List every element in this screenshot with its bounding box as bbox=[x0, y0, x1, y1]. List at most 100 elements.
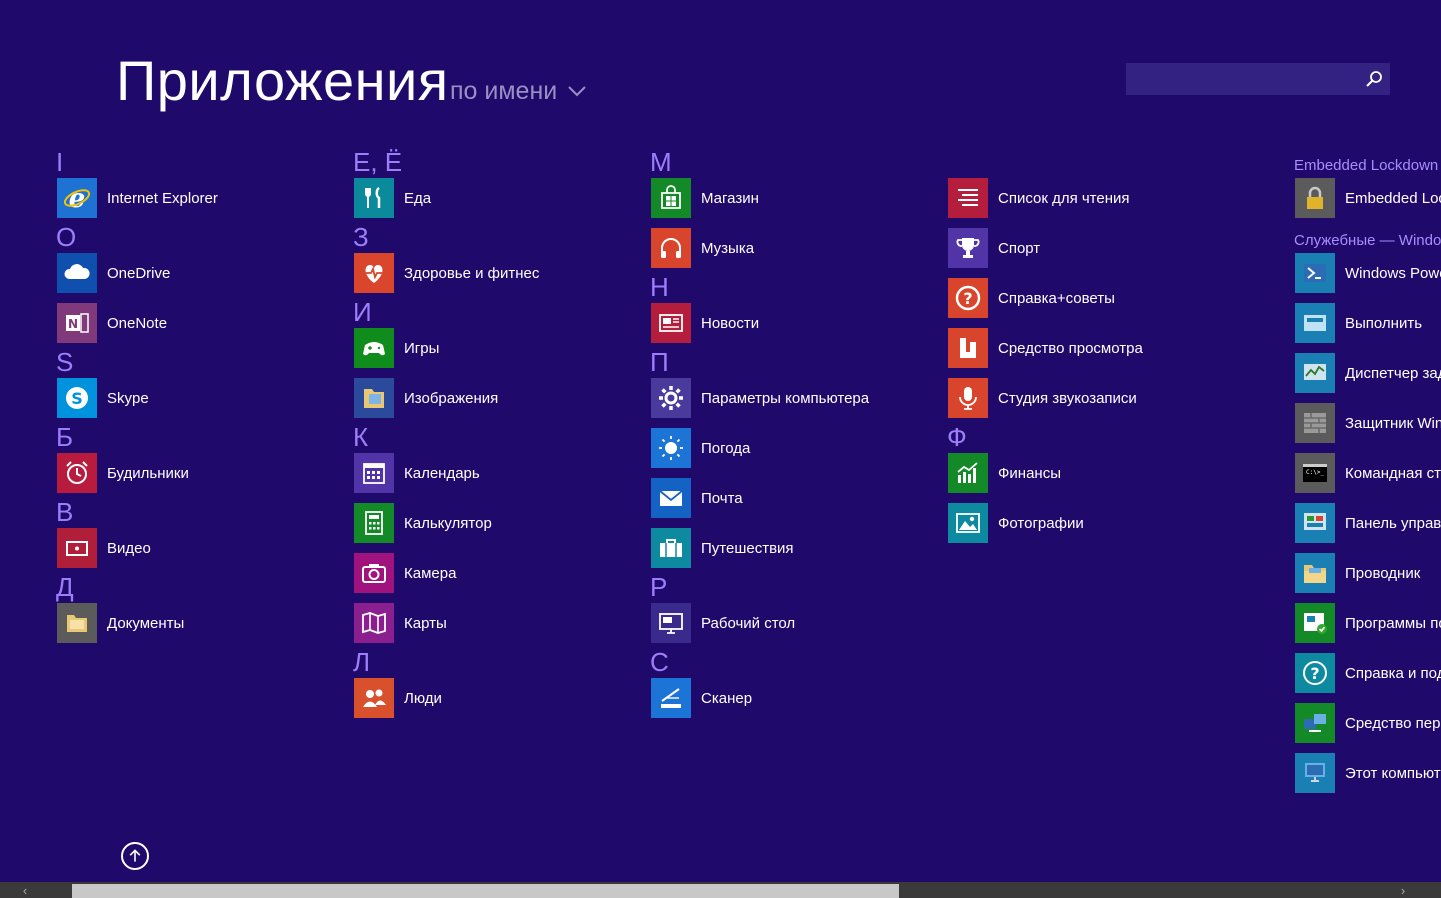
app-tile[interactable]: Игры bbox=[354, 328, 439, 368]
reader-icon bbox=[948, 328, 988, 368]
app-label: Музыка bbox=[701, 239, 755, 257]
app-label: Видео bbox=[107, 539, 151, 557]
section-letter[interactable]: Б bbox=[56, 422, 73, 452]
search-input[interactable] bbox=[1126, 63, 1356, 95]
app-tile[interactable]: Калькулятор bbox=[354, 503, 492, 543]
app-label: Диспетчер зад bbox=[1345, 364, 1441, 382]
app-label: Справка и под bbox=[1345, 664, 1441, 682]
app-label: Skype bbox=[107, 389, 149, 407]
section-letter[interactable]: Л bbox=[353, 647, 370, 677]
scroll-left-icon[interactable]: ‹ bbox=[18, 884, 32, 898]
people-icon bbox=[354, 678, 394, 718]
section-letter[interactable]: П bbox=[650, 347, 669, 377]
section-letter[interactable]: З bbox=[353, 222, 369, 252]
app-tile[interactable]: Люди bbox=[354, 678, 442, 718]
app-tile[interactable]: Программы по bbox=[1295, 603, 1441, 643]
section-letter[interactable]: S bbox=[56, 347, 73, 377]
app-label: Embedded Loc bbox=[1345, 189, 1441, 207]
app-tile[interactable]: C:\>_ Командная стр bbox=[1295, 453, 1441, 493]
app-tile[interactable]: Изображения bbox=[354, 378, 498, 418]
section-letter[interactable]: Р bbox=[650, 572, 667, 602]
app-tile[interactable]: Еда bbox=[354, 178, 431, 218]
store-icon bbox=[651, 178, 691, 218]
sort-dropdown[interactable]: по имени bbox=[450, 74, 587, 108]
app-label: Выполнить bbox=[1345, 314, 1423, 332]
app-tile[interactable]: Средство пере bbox=[1295, 703, 1441, 743]
app-label: Погода bbox=[701, 439, 751, 457]
finance-chart-icon bbox=[948, 453, 988, 493]
app-tile[interactable]: Новости bbox=[651, 303, 759, 343]
app-label: Средство просмотра bbox=[998, 339, 1143, 357]
app-tile[interactable]: e Internet Explorer bbox=[57, 178, 218, 218]
section-letter[interactable]: I bbox=[56, 147, 63, 177]
app-label: Windows Powe bbox=[1345, 264, 1441, 282]
app-tile[interactable]: Embedded Loc bbox=[1295, 178, 1441, 218]
video-icon bbox=[57, 528, 97, 568]
app-label: Будильники bbox=[107, 464, 189, 482]
app-tile[interactable]: Камера bbox=[354, 553, 456, 593]
app-tile[interactable]: Параметры компьютера bbox=[651, 378, 869, 418]
mail-icon bbox=[651, 478, 691, 518]
app-tile[interactable]: ? Справка+советы bbox=[948, 278, 1115, 318]
section-letter[interactable]: И bbox=[353, 297, 372, 327]
section-letter[interactable]: Е, Ё bbox=[353, 147, 402, 177]
section-letter[interactable]: Ф bbox=[947, 422, 967, 452]
app-tile[interactable]: Панель управл bbox=[1295, 503, 1441, 543]
app-tile[interactable]: Windows Powe bbox=[1295, 253, 1441, 293]
app-tile[interactable]: Выполнить bbox=[1295, 303, 1422, 343]
scroll-right-icon[interactable]: › bbox=[1396, 884, 1410, 898]
app-label: Магазин bbox=[701, 189, 759, 207]
section-letter[interactable]: В bbox=[56, 497, 73, 527]
powershell-icon bbox=[1295, 253, 1335, 293]
app-tile[interactable]: Защитник Win bbox=[1295, 403, 1441, 443]
app-tile[interactable]: Магазин bbox=[651, 178, 759, 218]
app-tile[interactable]: Этот компьюте bbox=[1295, 753, 1441, 793]
section-letter[interactable]: М bbox=[650, 147, 672, 177]
group-header[interactable]: Embedded Lockdown bbox=[1294, 156, 1438, 176]
section-letter[interactable]: Д bbox=[56, 572, 74, 602]
task-manager-icon bbox=[1295, 353, 1335, 393]
app-tile[interactable]: Здоровье и фитнес bbox=[354, 253, 539, 293]
app-tile[interactable]: Музыка bbox=[651, 228, 754, 268]
app-tile[interactable]: ? Справка и под bbox=[1295, 653, 1441, 693]
app-label: Спорт bbox=[998, 239, 1041, 257]
app-tile[interactable]: Погода bbox=[651, 428, 750, 468]
search-icon[interactable] bbox=[1364, 69, 1384, 89]
app-tile[interactable]: OneDrive bbox=[57, 253, 170, 293]
app-tile[interactable]: Студия звукозаписи bbox=[948, 378, 1137, 418]
app-tile[interactable]: Путешествия bbox=[651, 528, 794, 568]
app-label: Internet Explorer bbox=[107, 189, 218, 207]
app-label: Этот компьюте bbox=[1345, 764, 1441, 782]
app-tile[interactable]: Фотографии bbox=[948, 503, 1084, 543]
app-tile[interactable]: Спорт bbox=[948, 228, 1040, 268]
app-tile[interactable]: Сканер bbox=[651, 678, 752, 718]
arrow-up-icon bbox=[129, 849, 141, 862]
svg-text:?: ? bbox=[963, 289, 972, 308]
reading-list-icon bbox=[948, 178, 988, 218]
group-header[interactable]: Служебные — Windo bbox=[1294, 231, 1441, 251]
section-letter[interactable]: С bbox=[650, 647, 669, 677]
app-tile[interactable]: Финансы bbox=[948, 453, 1061, 493]
app-tile[interactable]: Почта bbox=[651, 478, 743, 518]
app-tile[interactable]: Рабочий стол bbox=[651, 603, 795, 643]
section-letter[interactable]: O bbox=[56, 222, 76, 252]
app-tile[interactable]: Диспетчер зад bbox=[1295, 353, 1441, 393]
app-tile[interactable]: Будильники bbox=[57, 453, 189, 493]
app-tile[interactable]: Список для чтения bbox=[948, 178, 1130, 218]
app-tile[interactable]: Документы bbox=[57, 603, 184, 643]
app-tile[interactable]: S Skype bbox=[57, 378, 149, 418]
app-label: Здоровье и фитнес bbox=[404, 264, 540, 282]
suitcase-icon bbox=[651, 528, 691, 568]
section-letter[interactable]: Н bbox=[650, 272, 669, 302]
app-tile[interactable]: Проводник bbox=[1295, 553, 1420, 593]
app-tile[interactable]: Календарь bbox=[354, 453, 480, 493]
scrollbar-thumb[interactable] bbox=[72, 884, 899, 898]
app-tile[interactable]: Средство просмотра bbox=[948, 328, 1143, 368]
app-tile[interactable]: Карты bbox=[354, 603, 447, 643]
scroll-up-button[interactable] bbox=[121, 842, 149, 870]
section-letter[interactable]: К bbox=[353, 422, 368, 452]
transfer-icon bbox=[1295, 703, 1335, 743]
app-tile[interactable]: N OneNote bbox=[57, 303, 167, 343]
headphones-icon bbox=[651, 228, 691, 268]
app-tile[interactable]: Видео bbox=[57, 528, 151, 568]
